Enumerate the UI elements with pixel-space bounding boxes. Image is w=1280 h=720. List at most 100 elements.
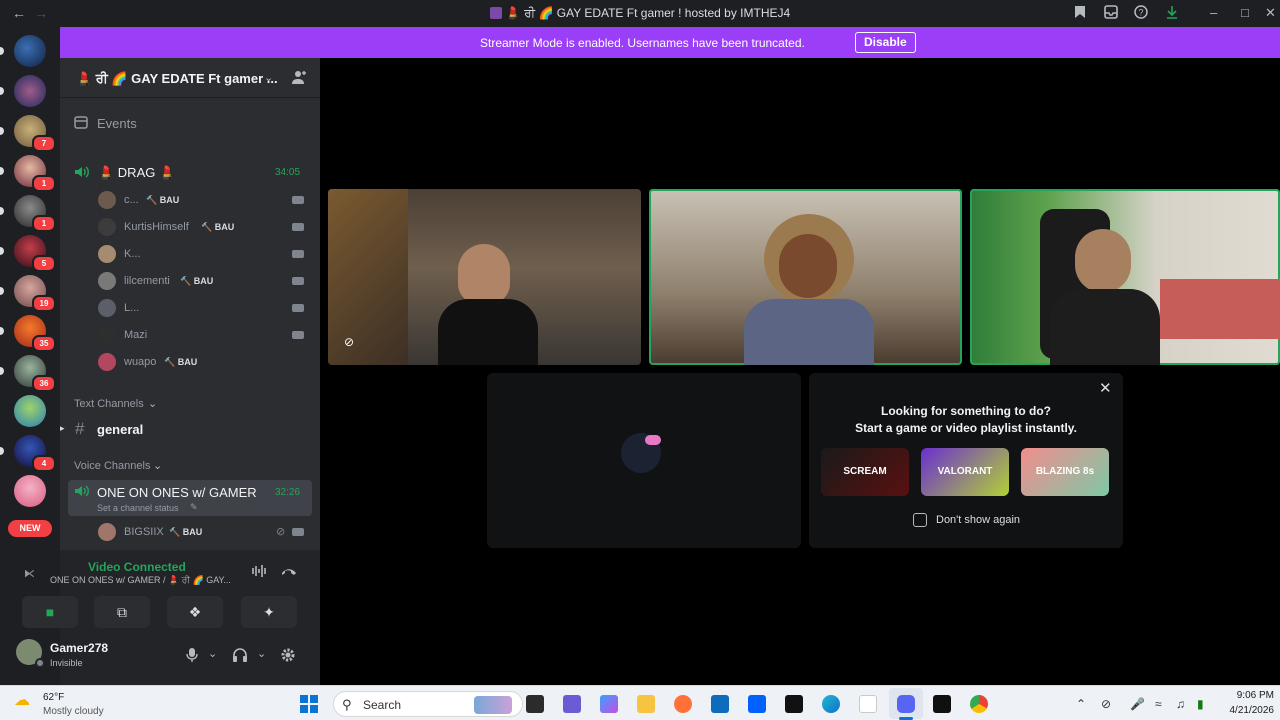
server-icon[interactable]: [14, 475, 46, 507]
avatar[interactable]: [98, 272, 116, 290]
video-tile-speaking[interactable]: [970, 189, 1280, 365]
tray-mic-icon[interactable]: 🎤: [1130, 697, 1145, 711]
avatar[interactable]: [98, 299, 116, 317]
dont-show-checkbox[interactable]: [913, 513, 927, 527]
new-badge[interactable]: NEW: [8, 520, 52, 537]
avatar[interactable]: [98, 191, 116, 209]
unread-pip: [0, 247, 4, 255]
chevron-down-icon[interactable]: ⌄: [208, 647, 217, 660]
task-view-icon[interactable]: [526, 695, 544, 713]
clock-date[interactable]: 4/21/2026: [1222, 705, 1275, 716]
edge-icon[interactable]: [822, 695, 840, 713]
game-card[interactable]: SCREAM: [821, 448, 909, 496]
chrome-icon[interactable]: [970, 695, 988, 713]
voice-user-name[interactable]: lilcementi: [124, 275, 170, 287]
username[interactable]: Gamer278: [50, 641, 108, 655]
dropbox-icon[interactable]: [748, 695, 766, 713]
server-icon[interactable]: [14, 395, 46, 427]
teams-icon[interactable]: [563, 695, 581, 713]
camera-button[interactable]: ■: [22, 596, 78, 628]
avatar[interactable]: [98, 218, 116, 236]
avatar[interactable]: [98, 245, 116, 263]
streamer-mode-banner: Streamer Mode is enabled. Usernames have…: [60, 27, 1280, 58]
activities-button[interactable]: ❖: [167, 596, 223, 628]
tray-overflow-icon[interactable]: ⌃: [1076, 697, 1086, 711]
noise-suppression-icon[interactable]: [251, 564, 267, 583]
search-highlight-icon: [474, 696, 512, 714]
microphone-icon[interactable]: [186, 647, 198, 668]
game-card[interactable]: BLAZING 8s: [1021, 448, 1109, 496]
firefox-icon[interactable]: [674, 695, 692, 713]
avatar[interactable]: [98, 326, 116, 344]
notepad-icon[interactable]: [859, 695, 877, 713]
wifi-icon[interactable]: ≈: [1155, 697, 1162, 711]
maximize-icon[interactable]: □: [1241, 5, 1249, 20]
invite-icon[interactable]: [291, 69, 307, 90]
text-channels-category[interactable]: Text Channels: [74, 398, 144, 410]
copilot-icon[interactable]: [600, 695, 618, 713]
file-explorer-icon[interactable]: [637, 695, 655, 713]
disable-button[interactable]: Disable: [855, 32, 916, 53]
discord-icon[interactable]: [897, 695, 915, 713]
game-card[interactable]: VALORANT: [921, 448, 1009, 496]
chevron-down-icon[interactable]: ⌄: [257, 647, 266, 660]
weather-desc[interactable]: Mostly cloudy: [43, 706, 104, 717]
avatar[interactable]: [98, 353, 116, 371]
wumpus-illustration-detail: [645, 435, 661, 445]
app-icon[interactable]: [933, 695, 951, 713]
voice-user-name[interactable]: K...: [124, 248, 141, 260]
avatar[interactable]: [98, 523, 116, 541]
voice-user-name[interactable]: wuapo: [124, 356, 156, 368]
clock-time[interactable]: 9:06 PM: [1222, 690, 1274, 701]
camera-icon: [292, 304, 304, 312]
taskbar-search-box[interactable]: ⚲ Search: [333, 691, 523, 717]
events-link[interactable]: Events: [97, 116, 137, 131]
server-header[interactable]: 💄 ਰੀ 🌈 GAY EDATE Ft gamer ... ⌄: [60, 58, 320, 98]
promo-close-icon[interactable]: ✕: [1099, 379, 1112, 397]
battery-icon[interactable]: ▮: [1197, 697, 1204, 711]
unread-pip: [0, 47, 4, 55]
active-channel-name[interactable]: ONE ON ONES w/ GAMER: [97, 485, 257, 500]
server-icon[interactable]: [14, 35, 46, 67]
drag-channel-name[interactable]: 💄 DRAG 💄: [98, 165, 175, 181]
signal-icon[interactable]: ⧔: [24, 567, 35, 580]
bookmark-icon[interactable]: [1074, 5, 1086, 22]
weather-icon[interactable]: ☁: [14, 690, 30, 710]
gear-icon[interactable]: [280, 647, 296, 668]
dont-show-label[interactable]: Don't show again: [936, 514, 1020, 526]
voice-channels-category[interactable]: Voice Channels: [74, 460, 150, 472]
voice-channel-path[interactable]: ONE ON ONES w/ GAMER / 💄 ਰੀ 🌈 GAY...: [50, 575, 238, 586]
weather-temp[interactable]: 62°F: [43, 692, 64, 703]
voice-status[interactable]: Video Connected: [88, 560, 186, 574]
video-tile-speaking[interactable]: [649, 189, 962, 365]
voice-user-name[interactable]: Mazi: [124, 329, 147, 341]
video-tile[interactable]: ⊘: [328, 189, 641, 365]
volume-icon[interactable]: ♫: [1176, 697, 1185, 711]
screen-share-button[interactable]: ⧉: [94, 596, 150, 628]
expand-arrow-icon[interactable]: ▸: [60, 423, 65, 434]
inbox-icon[interactable]: [1104, 5, 1118, 22]
general-channel[interactable]: general: [97, 422, 143, 437]
voice-user-name[interactable]: c...: [124, 194, 139, 206]
voice-user-name[interactable]: L...: [124, 302, 139, 314]
notion-icon[interactable]: [785, 695, 803, 713]
headphones-icon[interactable]: [232, 647, 248, 668]
mail-icon[interactable]: [711, 695, 729, 713]
role-tag: 🔨 BAU: [180, 276, 214, 286]
disconnect-icon[interactable]: [280, 564, 298, 583]
voice-user-name[interactable]: KurtisHimself: [124, 221, 189, 233]
download-icon[interactable]: [1165, 5, 1179, 22]
voice-user-name[interactable]: BIGSIIX: [124, 526, 164, 538]
tray-icon[interactable]: ⊘: [1101, 697, 1111, 711]
help-icon[interactable]: ?: [1134, 5, 1148, 22]
minimize-icon[interactable]: –: [1210, 5, 1217, 20]
server-icon[interactable]: [14, 75, 46, 107]
mention-badge: 4: [32, 455, 56, 472]
video-participant-body: [1050, 289, 1160, 365]
soundboard-button[interactable]: ✦: [241, 596, 297, 628]
channel-status-placeholder[interactable]: Set a channel status: [97, 503, 179, 513]
pencil-icon[interactable]: ✎: [190, 502, 198, 513]
close-icon[interactable]: ✕: [1265, 5, 1276, 21]
windows-start-icon[interactable]: [300, 695, 318, 718]
mention-badge: 1: [32, 215, 56, 232]
